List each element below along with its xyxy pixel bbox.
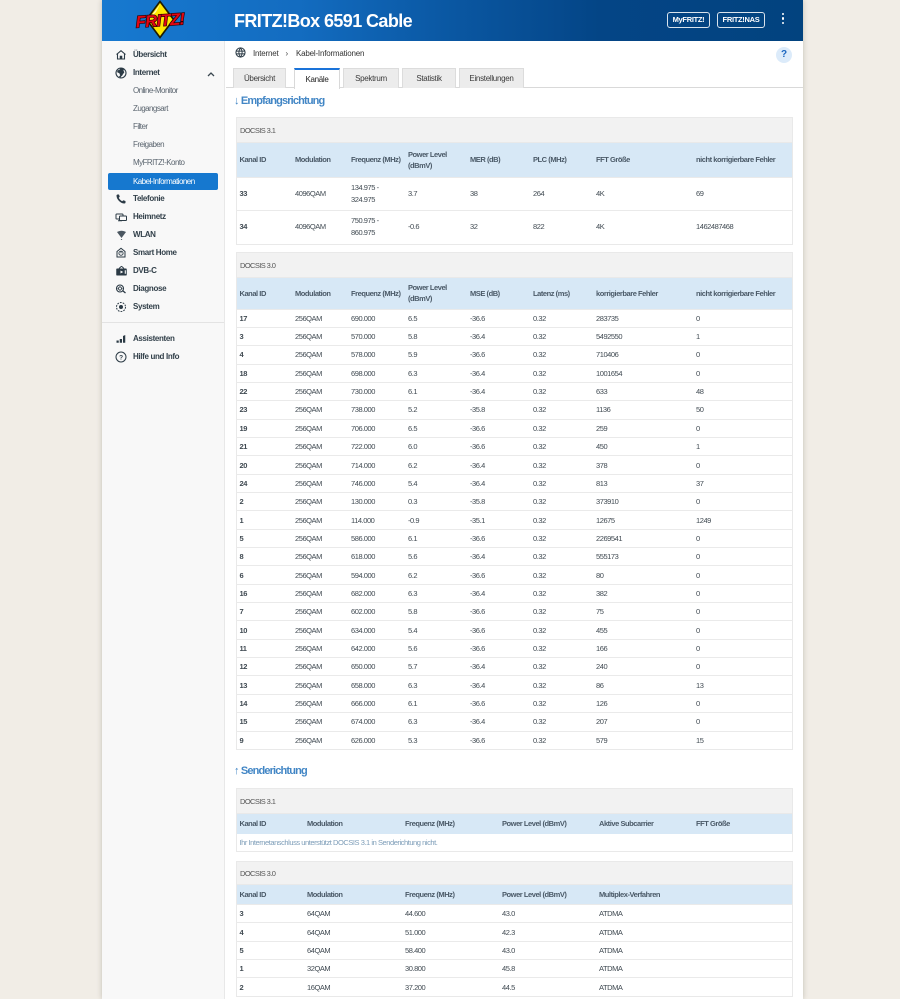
svg-text:?: ? [119, 354, 123, 361]
svg-text:FRITZ!: FRITZ! [135, 10, 186, 31]
